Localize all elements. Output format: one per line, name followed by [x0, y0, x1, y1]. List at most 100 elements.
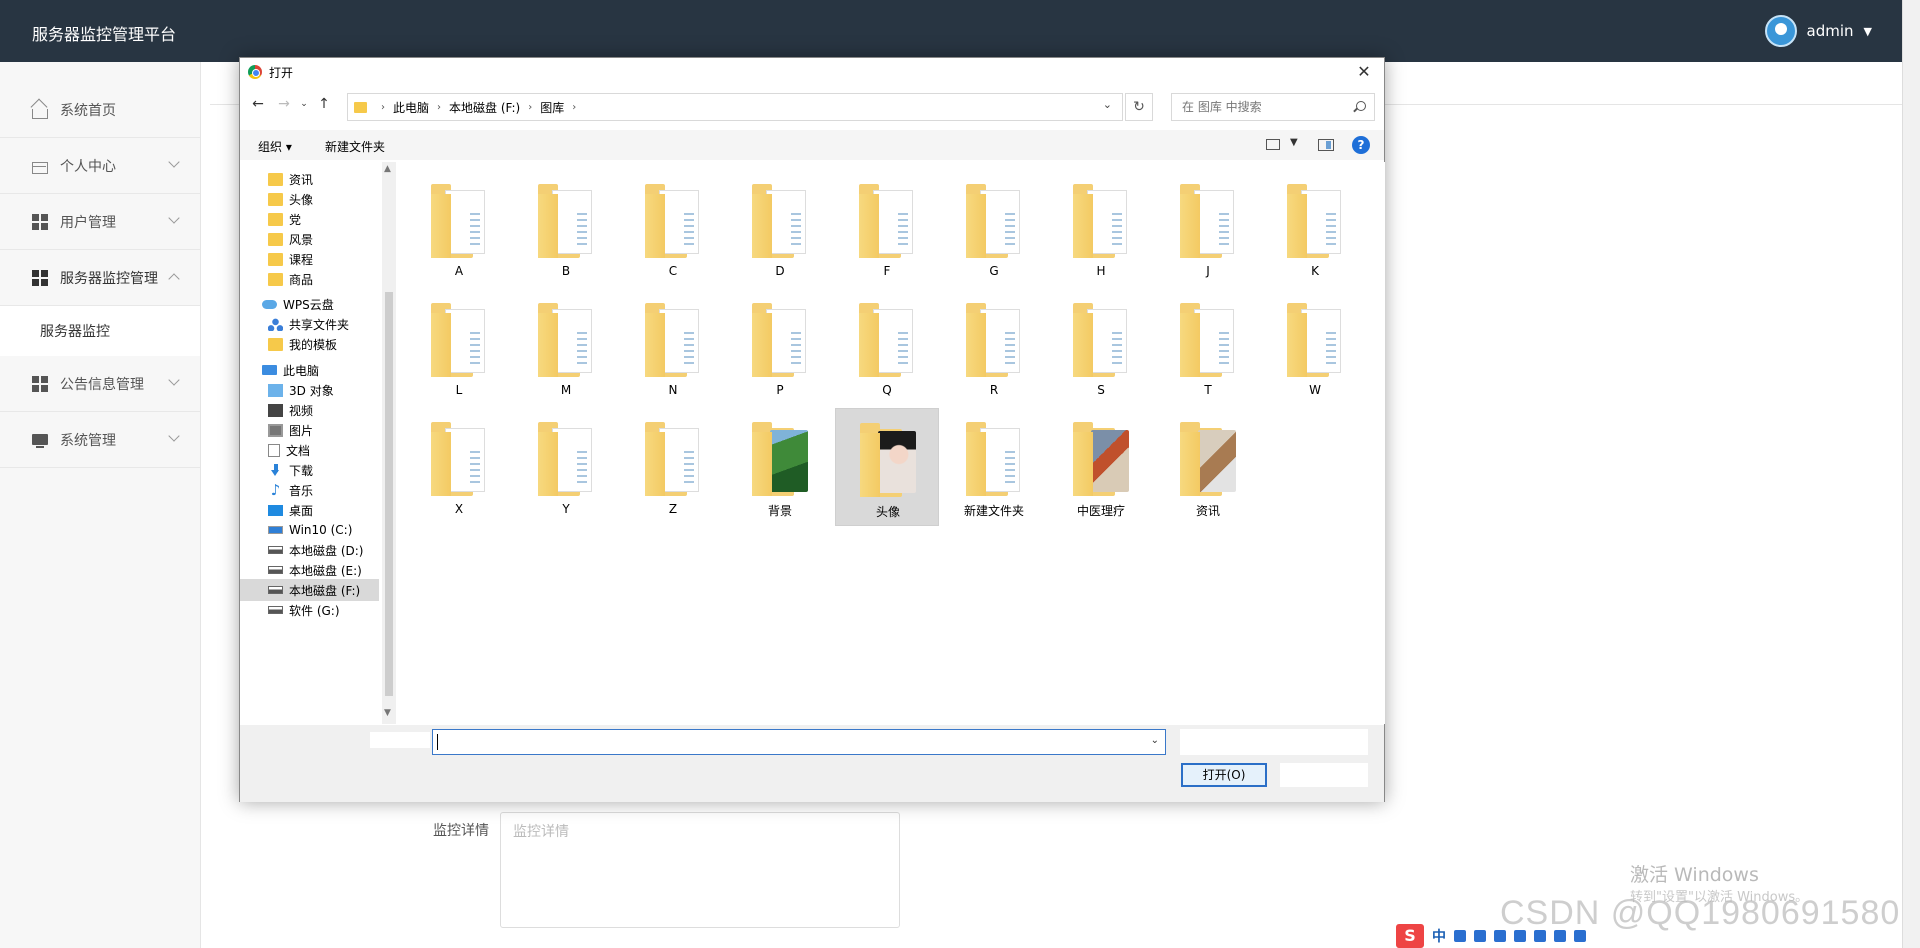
folder-item[interactable]: X: [407, 408, 511, 526]
sidebar-item-server-monitor-mgmt[interactable]: 服务器监控管理: [0, 250, 200, 306]
address-bar[interactable]: › 此电脑 › 本地磁盘 (F:) › 图库 › ⌄: [347, 93, 1123, 121]
nav-tree-item[interactable]: 资讯📌: [268, 168, 396, 190]
ime-mode-indicator[interactable]: 中: [1432, 926, 1446, 946]
folder-item[interactable]: A: [407, 170, 511, 288]
cancel-button[interactable]: [1280, 763, 1368, 787]
nav-tree-item[interactable]: ♪ 音乐: [268, 479, 313, 501]
folder-item[interactable]: G: [942, 170, 1046, 288]
nav-tree-item[interactable]: 党: [268, 208, 301, 230]
scrollbar-thumb[interactable]: [385, 292, 393, 696]
recent-locations-chevron-icon[interactable]: ⌄: [294, 99, 314, 109]
microphone-icon[interactable]: [1474, 930, 1486, 942]
punctuation-icon[interactable]: [1454, 930, 1466, 942]
nav-tree-item[interactable]: 下载: [268, 459, 313, 481]
nav-tree-item[interactable]: 课程: [268, 248, 313, 270]
up-button[interactable]: ↑: [314, 96, 334, 112]
sidebar-item-profile[interactable]: 个人中心: [0, 138, 200, 194]
new-folder-button[interactable]: 新建文件夹: [325, 138, 385, 155]
chevron-down-icon[interactable]: ⌄: [1103, 98, 1112, 111]
chevron-right-icon[interactable]: ›: [437, 102, 441, 113]
folder-item[interactable]: P: [728, 289, 832, 407]
folder-item[interactable]: 头像: [835, 408, 939, 526]
nav-tree-item[interactable]: 本地磁盘 (D:): [268, 539, 363, 561]
folder-item[interactable]: J: [1156, 170, 1260, 288]
folder-item[interactable]: S: [1049, 289, 1153, 407]
refresh-button[interactable]: ↻: [1125, 93, 1153, 121]
nav-tree-item[interactable]: 文档: [268, 439, 310, 461]
folder-item[interactable]: Z: [621, 408, 725, 526]
nav-tree-item[interactable]: 头像📌: [268, 188, 396, 210]
scroll-up-icon[interactable]: ▲: [384, 164, 391, 174]
organize-button[interactable]: 组织 ▾: [258, 138, 292, 155]
sidebar-item-notices[interactable]: 公告信息管理: [0, 356, 200, 412]
avatar[interactable]: [1764, 15, 1797, 47]
folder-item[interactable]: Q: [835, 289, 939, 407]
ime-toolbar[interactable]: S 中: [1396, 924, 1626, 948]
keyboard-icon[interactable]: [1494, 930, 1506, 942]
folder-item[interactable]: L: [407, 289, 511, 407]
view-mode-icon[interactable]: [1266, 139, 1280, 150]
folder-item[interactable]: 新建文件夹: [942, 408, 1046, 526]
sidebar-item-system[interactable]: 系统管理: [0, 412, 200, 468]
folder-item[interactable]: K: [1263, 170, 1367, 288]
folder-item[interactable]: R: [942, 289, 1046, 407]
grid-icon[interactable]: [1554, 930, 1566, 942]
chevron-down-icon[interactable]: ⌄: [1151, 735, 1159, 746]
nav-tree-item[interactable]: 此电脑: [262, 359, 319, 381]
sidebar-subitem-server-monitor[interactable]: 服务器监控: [0, 306, 200, 356]
file-type-select[interactable]: [1180, 729, 1368, 755]
folder-item[interactable]: D: [728, 170, 832, 288]
folder-item[interactable]: Y: [514, 408, 618, 526]
nav-tree-item[interactable]: 风景: [268, 228, 313, 250]
sogou-logo-icon[interactable]: S: [1396, 924, 1424, 948]
folder-item[interactable]: N: [621, 289, 725, 407]
folder-item[interactable]: B: [514, 170, 618, 288]
nav-tree-item[interactable]: WPS云盘: [262, 293, 334, 315]
chevron-right-icon[interactable]: ›: [572, 102, 576, 113]
nav-tree-item[interactable]: 共享文件夹: [268, 313, 349, 335]
nav-tree-item[interactable]: 我的模板: [268, 333, 337, 355]
navigation-scrollbar[interactable]: ▲ ▼: [382, 162, 396, 724]
sidebar-item-home[interactable]: 系统首页: [0, 82, 200, 138]
nav-tree-item[interactable]: Win10 (C:): [268, 519, 352, 541]
breadcrumb-this-pc[interactable]: 此电脑: [393, 99, 429, 116]
folder-item[interactable]: T: [1156, 289, 1260, 407]
filename-input[interactable]: ⌄: [432, 729, 1166, 755]
user-menu[interactable]: admin ▼: [1764, 15, 1872, 47]
toolbox-icon[interactable]: [1534, 930, 1546, 942]
close-button[interactable]: ✕: [1352, 60, 1376, 84]
nav-tree-item[interactable]: 软件 (G:): [268, 599, 340, 621]
open-button[interactable]: 打开(O): [1181, 763, 1267, 787]
folder-item[interactable]: M: [514, 289, 618, 407]
username[interactable]: admin: [1807, 22, 1854, 40]
back-button[interactable]: ←: [248, 96, 268, 112]
help-icon[interactable]: ?: [1352, 136, 1370, 154]
chevron-right-icon[interactable]: ›: [528, 102, 532, 113]
preview-pane-icon[interactable]: [1318, 139, 1334, 151]
dialog-titlebar[interactable]: 打开 ✕: [240, 58, 1384, 86]
folder-item[interactable]: 资讯: [1156, 408, 1260, 526]
folder-item[interactable]: C: [621, 170, 725, 288]
nav-tree-item[interactable]: 3D 对象: [268, 379, 334, 401]
folder-item[interactable]: H: [1049, 170, 1153, 288]
caret-down-icon[interactable]: ▼: [1864, 25, 1872, 38]
folder-item[interactable]: 中医理疗: [1049, 408, 1153, 526]
nav-tree-item[interactable]: 商品: [268, 268, 313, 290]
breadcrumb-gallery[interactable]: 图库: [540, 99, 564, 116]
settings-icon[interactable]: [1574, 930, 1586, 942]
breadcrumb-drive-f[interactable]: 本地磁盘 (F:): [449, 99, 520, 116]
view-options-chevron-icon[interactable]: ▼: [1290, 137, 1298, 148]
search-icon[interactable]: [1356, 101, 1366, 111]
page-scrollbar[interactable]: [1902, 0, 1920, 948]
nav-tree-item[interactable]: 桌面: [268, 499, 313, 521]
folder-item[interactable]: 背景: [728, 408, 832, 526]
nav-tree-item[interactable]: 本地磁盘 (F:): [240, 579, 379, 601]
folder-item[interactable]: F: [835, 170, 939, 288]
nav-tree-item[interactable]: 视频: [268, 399, 313, 421]
nav-tree-item[interactable]: 图片: [268, 419, 313, 441]
nav-tree-item[interactable]: 本地磁盘 (E:): [268, 559, 362, 581]
chevron-right-icon[interactable]: ›: [381, 102, 385, 113]
scroll-down-icon[interactable]: ▼: [384, 708, 391, 718]
monitor-details-textarea[interactable]: [500, 812, 900, 928]
skin-icon[interactable]: [1514, 930, 1526, 942]
